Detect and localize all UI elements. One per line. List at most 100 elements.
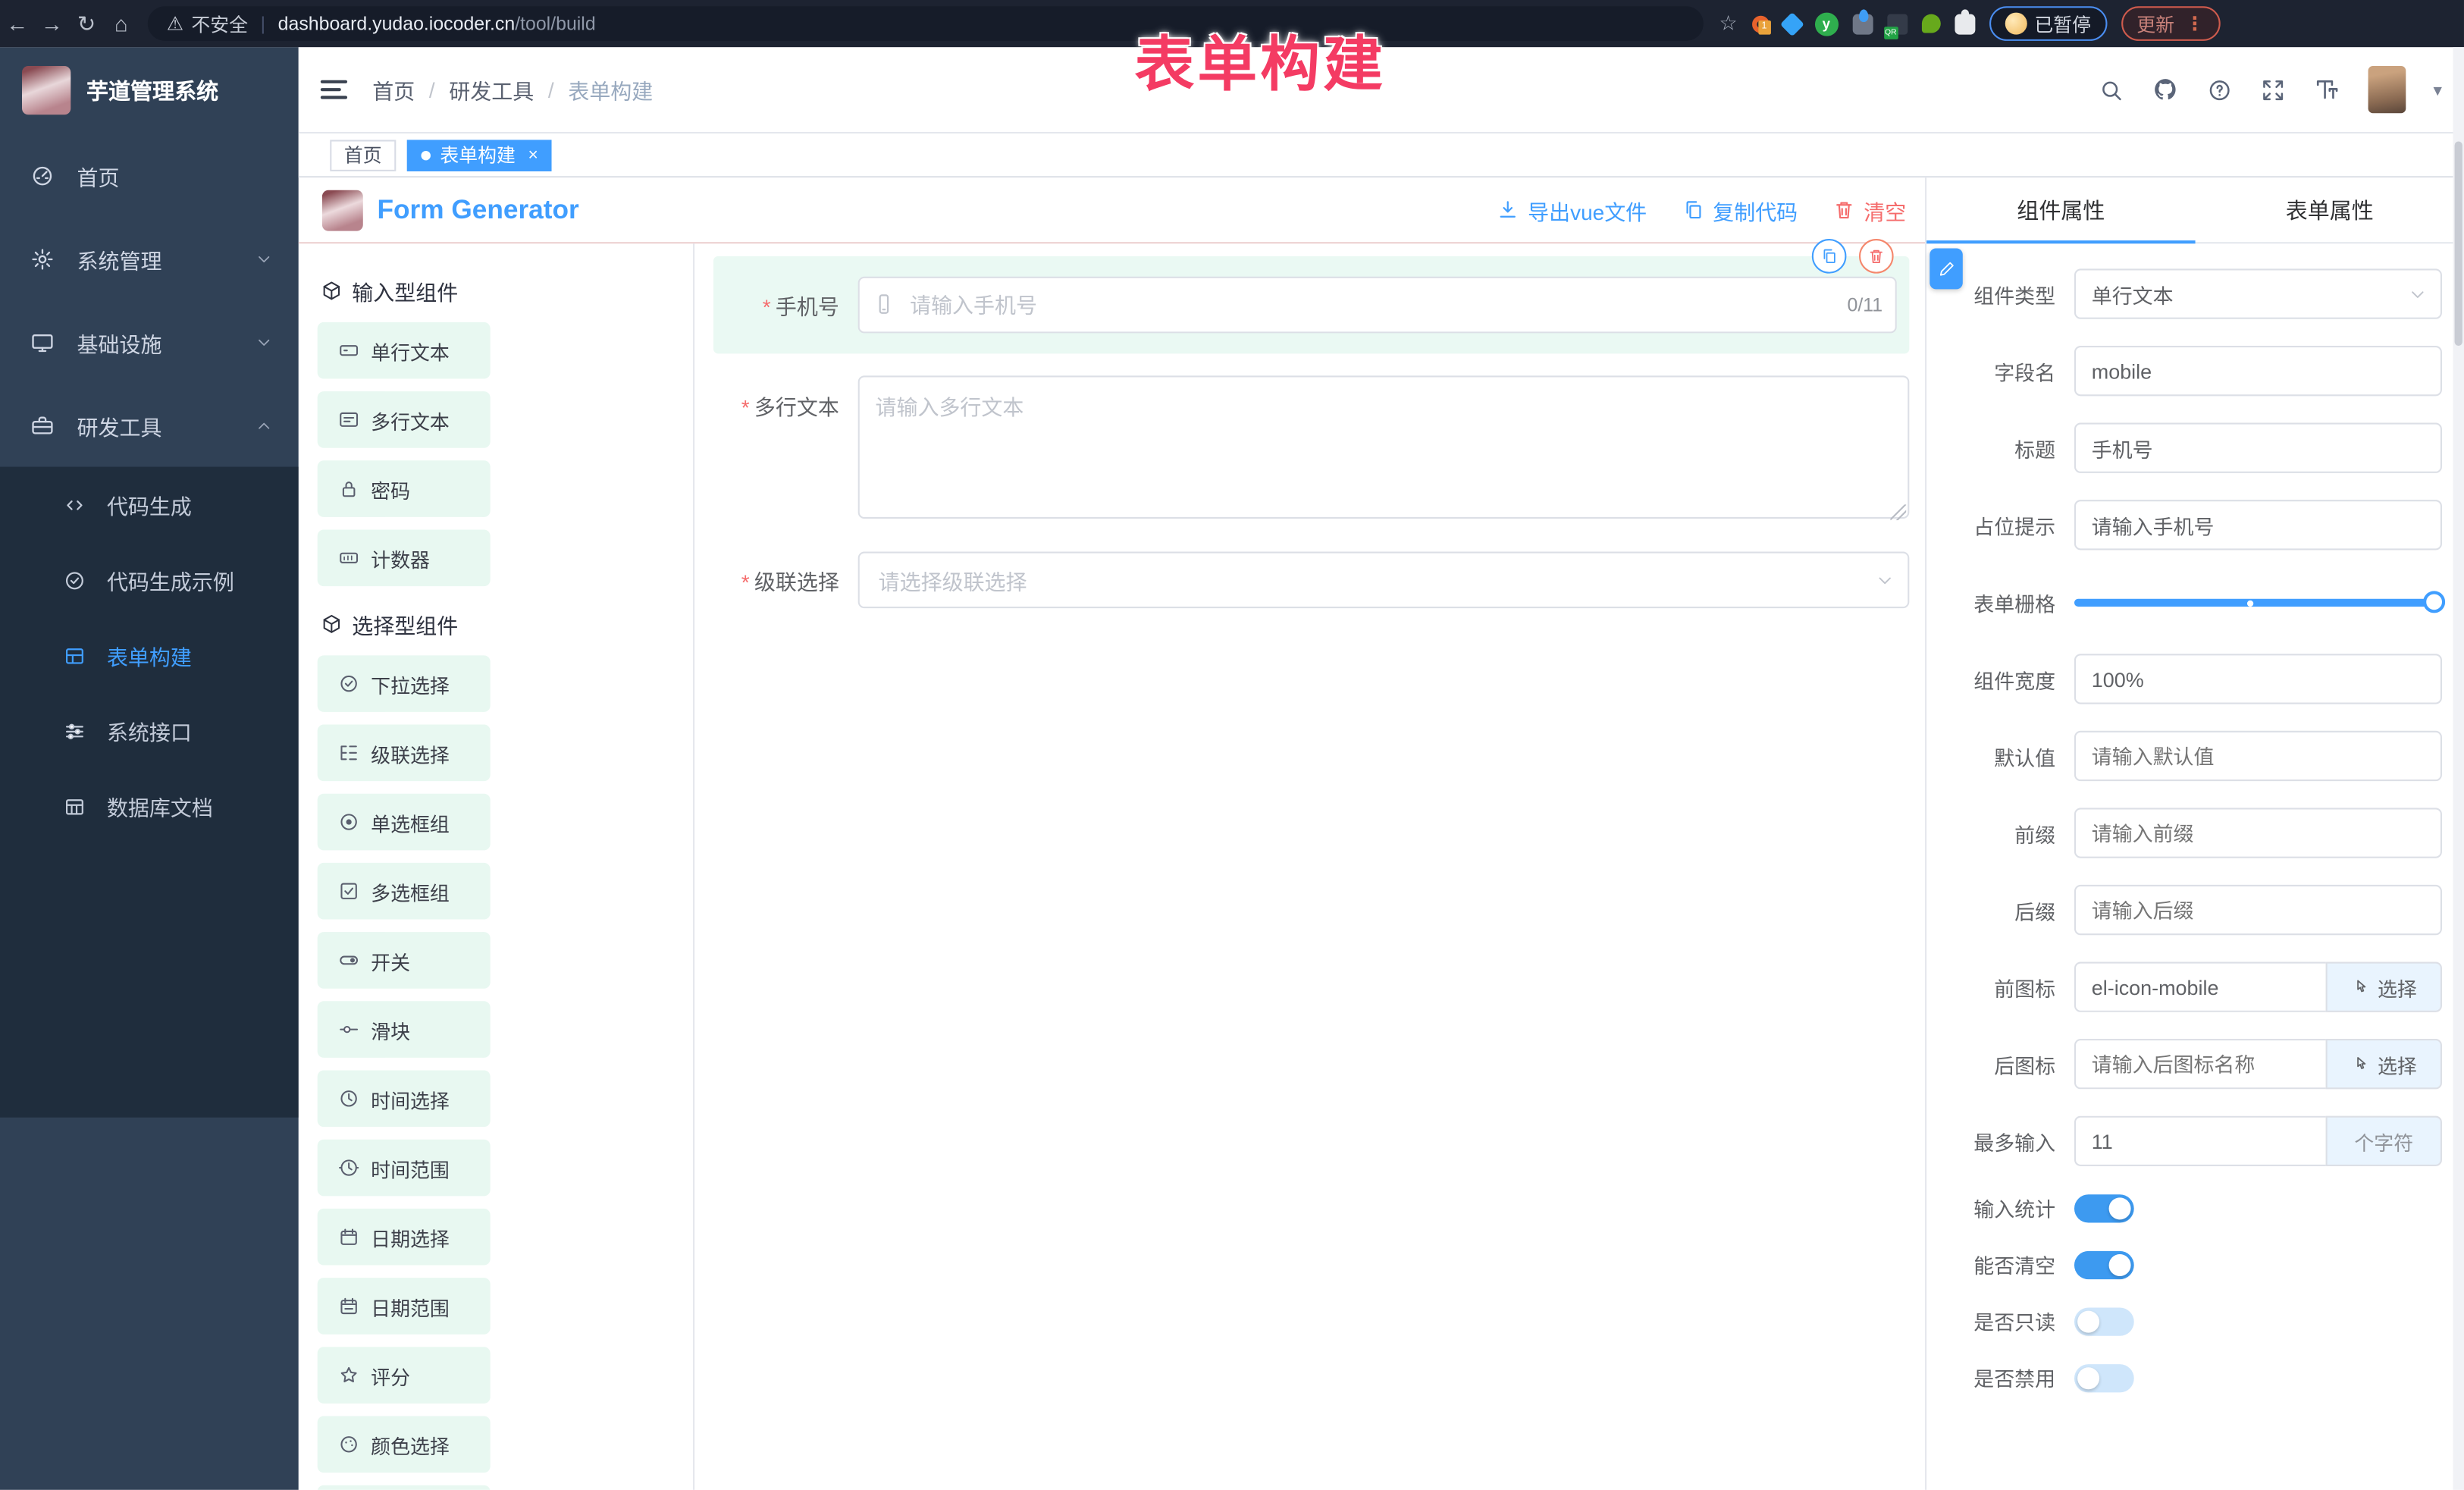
component-item-textarea[interactable]: 多行文本 xyxy=(318,391,491,448)
breadcrumb-devtools[interactable]: 研发工具 xyxy=(449,74,534,105)
sidebar-toggle-icon[interactable] xyxy=(321,75,347,103)
suffix-icon-input[interactable] xyxy=(2074,1039,2326,1089)
clearable-toggle[interactable] xyxy=(2074,1250,2134,1278)
extension-plant-icon[interactable] xyxy=(1921,14,1940,33)
tag-form-build[interactable]: 表单构建 × xyxy=(407,139,553,170)
prop-label: 组件宽度 xyxy=(1926,664,2074,694)
tag-label: 表单构建 xyxy=(440,142,516,168)
field-name-input[interactable] xyxy=(2074,346,2442,396)
forward-icon[interactable]: → xyxy=(35,11,70,36)
form-grid-slider[interactable] xyxy=(2074,577,2442,627)
phone-input[interactable] xyxy=(858,277,1897,334)
extension-drop-icon[interactable] xyxy=(1852,14,1873,34)
component-item-slider[interactable]: 滑块 xyxy=(318,1001,491,1058)
github-icon[interactable] xyxy=(2152,75,2180,103)
slider-thumb[interactable] xyxy=(2423,590,2445,612)
canvas-field-textarea[interactable]: *多行文本 xyxy=(713,375,1909,526)
component-item-checkbox[interactable]: 多选框组 xyxy=(318,863,491,920)
prop-label: 是否禁用 xyxy=(1926,1363,2074,1392)
extension-green-icon[interactable]: y xyxy=(1814,12,1838,36)
suffix-input[interactable] xyxy=(2074,885,2442,935)
sidebar-item-system[interactable]: 系统管理 xyxy=(0,217,299,300)
chevron-down-icon xyxy=(2407,284,2428,305)
component-item-cascade[interactable]: 级联选择 xyxy=(318,725,491,782)
breadcrumb-home[interactable]: 首页 xyxy=(372,74,415,105)
cascade-select[interactable]: 请选择级联选择 xyxy=(858,552,1910,609)
phone-input-wrap: 0/11 xyxy=(858,277,1897,334)
canvas-field-phone[interactable]: *手机号 0/11 xyxy=(713,256,1909,354)
component-item-input[interactable]: 单行文本 xyxy=(318,322,491,379)
disabled-toggle[interactable] xyxy=(2074,1363,2134,1391)
sidebar-item-db-doc[interactable]: 数据库文档 xyxy=(0,769,299,844)
component-item-date-range[interactable]: 日期范围 xyxy=(318,1278,491,1335)
prefix-input[interactable] xyxy=(2074,808,2442,858)
prefix-icon-input[interactable] xyxy=(2074,961,2326,1012)
reload-icon[interactable]: ↻ xyxy=(69,10,104,36)
title-input[interactable] xyxy=(2074,423,2442,473)
window-scrollbar[interactable] xyxy=(2453,47,2464,1490)
extensions-puzzle-icon[interactable] xyxy=(1955,14,1975,34)
tab-component-props[interactable]: 组件属性 xyxy=(1926,177,2195,242)
user-menu-caret-icon[interactable]: ▾ xyxy=(2434,80,2442,100)
choose-suffix-icon-button[interactable]: 选择 xyxy=(2326,1039,2442,1089)
field-label: *级联选择 xyxy=(713,564,858,595)
resize-handle[interactable] xyxy=(1890,504,1906,520)
component-item-password[interactable]: 密码 xyxy=(318,460,491,517)
component-item-switch[interactable]: 开关 xyxy=(318,932,491,989)
fullscreen-icon[interactable] xyxy=(2261,77,2287,103)
component-item-time[interactable]: 时间选择 xyxy=(318,1071,491,1128)
multiline-textarea[interactable] xyxy=(858,375,1910,519)
sidebar-item-home[interactable]: 首页 xyxy=(0,133,299,217)
extension-orange-icon[interactable]: 1 xyxy=(1751,15,1769,33)
close-icon[interactable]: × xyxy=(528,146,538,165)
component-item-time-range[interactable]: 时间范围 xyxy=(318,1140,491,1197)
tab-form-props[interactable]: 表单属性 xyxy=(2196,177,2464,242)
duplicate-field-button[interactable] xyxy=(1812,239,1847,274)
component-type-select[interactable] xyxy=(2074,268,2442,318)
sidebar-item-api[interactable]: 系统接口 xyxy=(0,693,299,768)
canvas-field-cascade[interactable]: *级联选择 请选择级联选择 xyxy=(713,552,1909,609)
user-avatar[interactable] xyxy=(2369,66,2407,113)
back-icon[interactable]: ← xyxy=(0,11,35,36)
extension-qr-icon[interactable]: QR xyxy=(1887,14,1908,34)
sidebar-item-code-demo[interactable]: 代码生成示例 xyxy=(0,542,299,617)
clear-button[interactable]: 清空 xyxy=(1832,194,1906,225)
component-item-rate[interactable]: 评分 xyxy=(318,1347,491,1404)
bookmark-icon[interactable]: ☆ xyxy=(1719,11,1738,36)
component-item-select[interactable]: 下拉选择 xyxy=(318,655,491,712)
date-icon xyxy=(338,1226,360,1248)
readonly-toggle[interactable] xyxy=(2074,1306,2134,1335)
browser-menu-icon[interactable]: ⋮ xyxy=(2185,13,2204,35)
component-item-counter[interactable]: 计数器 xyxy=(318,529,491,586)
extension-gem-icon[interactable] xyxy=(1779,11,1804,36)
help-icon[interactable] xyxy=(2207,77,2234,103)
address-bar[interactable]: ⚠ 不安全 | dashboard.yudao.iocoder.cn /tool… xyxy=(148,6,1704,41)
copy-code-button[interactable]: 复制代码 xyxy=(1682,194,1798,225)
sidebar-item-code-gen[interactable]: 代码生成 xyxy=(0,467,299,542)
sidebar-item-devtools[interactable]: 研发工具 xyxy=(0,384,299,467)
brand[interactable]: 芋道管理系统 xyxy=(0,47,299,133)
delete-field-button[interactable] xyxy=(1859,239,1894,274)
component-item-radio[interactable]: 单选框组 xyxy=(318,794,491,851)
paused-label: 已暂停 xyxy=(2034,10,2091,36)
scrollbar-thumb[interactable] xyxy=(2455,142,2462,346)
search-icon[interactable] xyxy=(2099,77,2125,103)
profile-paused-chip[interactable]: 已暂停 xyxy=(1989,6,2106,41)
sidebar-item-infra[interactable]: 基础设施 xyxy=(0,300,299,384)
component-item-date[interactable]: 日期选择 xyxy=(318,1209,491,1266)
choose-prefix-icon-button[interactable]: 选择 xyxy=(2326,961,2442,1012)
sidebar-item-form-build[interactable]: 表单构建 xyxy=(0,618,299,693)
selected-component-handle[interactable] xyxy=(1930,248,1963,289)
width-input[interactable] xyxy=(2074,654,2442,704)
export-vue-button[interactable]: 导出vue文件 xyxy=(1497,194,1647,225)
default-value-input[interactable] xyxy=(2074,731,2442,781)
component-item-color[interactable]: 颜色选择 xyxy=(318,1416,491,1473)
tag-home[interactable]: 首页 xyxy=(330,139,396,170)
font-size-icon[interactable] xyxy=(2314,75,2342,103)
toolbox-icon xyxy=(30,412,55,438)
update-button[interactable]: 更新 ⋮ xyxy=(2121,6,2220,41)
show-count-toggle[interactable] xyxy=(2074,1194,2134,1222)
home-icon[interactable]: ⌂ xyxy=(104,11,139,36)
maxlength-input[interactable] xyxy=(2074,1116,2326,1166)
placeholder-input[interactable] xyxy=(2074,500,2442,550)
